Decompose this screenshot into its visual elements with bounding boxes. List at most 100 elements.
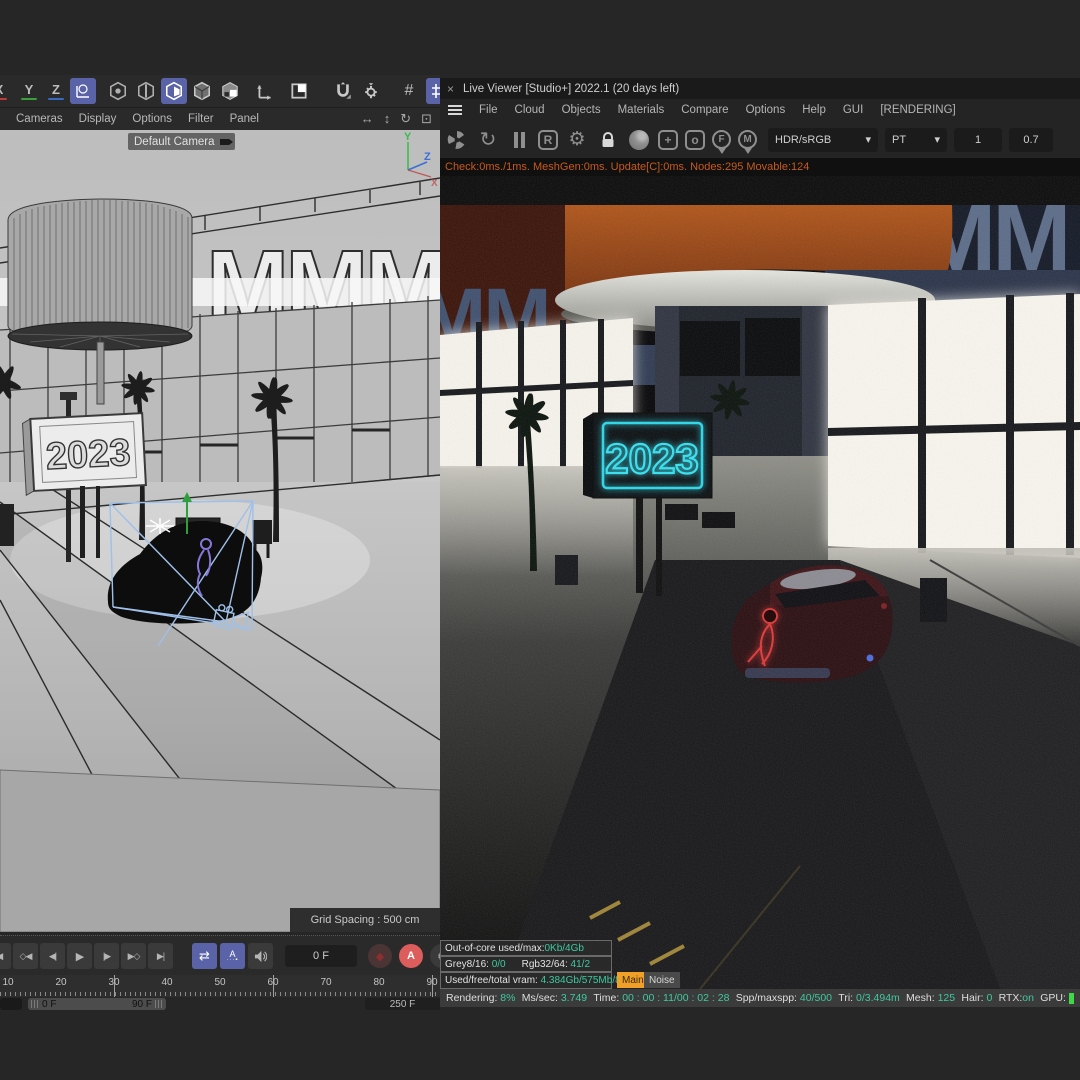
colorspace-dropdown[interactable]: HDR/sRGB ▾	[768, 127, 878, 152]
menu-materials[interactable]: Materials	[618, 104, 665, 116]
tick-60: 60	[267, 977, 279, 988]
record-keyframe-button[interactable]: ◆	[368, 944, 392, 968]
stat-mesh: Mesh: 125	[906, 992, 956, 1004]
world-axis-icon	[76, 84, 89, 98]
sign-text: 2023	[45, 432, 132, 478]
chevron-down-icon: ▾	[934, 134, 940, 146]
frame-range-bar: 0 F 90 F 250 F	[0, 997, 440, 1012]
menu-objects[interactable]: Objects	[562, 104, 601, 116]
menu-compare[interactable]: Compare	[681, 104, 728, 116]
points-mode-icon	[110, 81, 126, 101]
workplane-button[interactable]	[286, 78, 312, 104]
next-frame-button[interactable]: |▶	[94, 943, 119, 969]
resolution-scale-field[interactable]: 0.7	[1009, 127, 1053, 152]
range-left-box[interactable]	[0, 998, 22, 1010]
app-window: X Y Z	[0, 0, 1080, 1080]
active-camera-badge[interactable]: Default Camera	[128, 133, 235, 150]
object-axis-mode-button[interactable]	[217, 78, 243, 104]
c4d-3d-viewport[interactable]: MMMM	[0, 130, 440, 932]
loop-mode-button[interactable]: ⇄	[192, 943, 217, 969]
octane-live-viewer: × Live Viewer [Studio+] 2022.1 (20 days …	[440, 78, 1080, 1007]
menu-options[interactable]: Options	[746, 104, 786, 116]
menu-panel[interactable]: Panel	[230, 113, 259, 125]
menu-filter[interactable]: Filter	[188, 113, 214, 125]
toggle-view-icon[interactable]: ⊡	[421, 111, 432, 127]
subsample-field[interactable]: 1	[954, 127, 1002, 152]
next-key-button[interactable]: ▶◇	[121, 943, 146, 969]
kernel-dropdown[interactable]: PT ▾	[885, 127, 947, 152]
goto-end-button[interactable]: ▶|	[148, 943, 173, 969]
goto-start-button[interactable]: |◀	[0, 943, 11, 969]
left-post[interactable]	[0, 504, 14, 546]
settings-gear-icon[interactable]: ⚙	[565, 128, 589, 152]
pause-render-icon[interactable]	[507, 128, 531, 152]
material-picker-pin-icon[interactable]: M	[738, 130, 757, 149]
render-statusbar: Rendering: 8% Ms/sec: 3.749 Time: 00 : 0…	[440, 989, 1080, 1007]
restart-render-icon[interactable]: ↻	[476, 128, 500, 152]
points-mode-button[interactable]	[105, 78, 131, 104]
sound-toggle-button[interactable]	[248, 943, 273, 969]
key-interpolation-button[interactable]: A ···▪	[220, 943, 245, 969]
axis-y-lock-button[interactable]: Y	[16, 78, 42, 104]
axis-x-lock-button[interactable]: X	[0, 78, 12, 104]
range-max-field[interactable]: 250 F	[365, 998, 440, 1010]
tick-80: 80	[373, 977, 385, 988]
range-grip-left[interactable]	[31, 1000, 39, 1008]
play-button[interactable]: ▶	[67, 943, 92, 969]
pan-view-icon[interactable]: ↔	[361, 111, 374, 127]
range-grip-right[interactable]	[155, 1000, 163, 1008]
polygons-mode-button[interactable]	[161, 78, 187, 104]
close-icon[interactable]: ×	[447, 82, 454, 96]
object-picker-button[interactable]: o	[685, 129, 705, 150]
tick-30: 30	[108, 977, 120, 988]
add-node-button[interactable]: +	[658, 129, 678, 150]
quantize-button[interactable]	[426, 78, 440, 104]
render-grain	[440, 176, 1080, 989]
menu-file[interactable]: File	[479, 104, 498, 116]
stat-tri: Tri: 0/3.494m	[838, 992, 900, 1004]
octane-logo-icon[interactable]	[445, 128, 469, 152]
tab-noise[interactable]: Noise	[644, 972, 680, 988]
dolly-view-icon[interactable]: ↕	[384, 111, 391, 127]
tick-10: 10	[2, 977, 14, 988]
preview-range-slider[interactable]: 0 F 90 F	[28, 998, 166, 1010]
vram-readout: Used/free/total vram: 4.384Gb/575Mb/8Gb	[440, 972, 634, 989]
menu-display[interactable]: Display	[79, 113, 117, 125]
previous-frame-button[interactable]: ◀|	[40, 943, 65, 969]
model-mode-button[interactable]	[189, 78, 215, 104]
live-viewer-titlebar[interactable]: × Live Viewer [Studio+] 2022.1 (20 days …	[440, 78, 1080, 99]
menu-options[interactable]: Options	[132, 113, 172, 125]
edges-mode-button[interactable]	[133, 78, 159, 104]
hamburger-menu-icon[interactable]	[448, 105, 462, 115]
out-of-core-readout: Out-of-core used/max: 0Kb/4Gb	[440, 940, 612, 956]
menu-cameras[interactable]: Cameras	[16, 113, 63, 125]
keying-settings-gear-button[interactable]: ⚙	[430, 944, 440, 968]
rotate-view-icon[interactable]: ↻	[400, 111, 411, 127]
enable-axis-button[interactable]	[252, 78, 278, 104]
axis-z-lock-button[interactable]: Z	[43, 78, 69, 104]
autokey-button[interactable]: A	[399, 944, 423, 968]
world-coordinates-button[interactable]	[70, 78, 96, 104]
stat-rtx: RTX:on	[998, 992, 1034, 1004]
menu-cloud[interactable]: Cloud	[515, 104, 545, 116]
previous-key-button[interactable]: ◇◀	[13, 943, 38, 969]
grid-toggle-button[interactable]: #	[396, 78, 422, 104]
region-render-button[interactable]: R	[538, 129, 558, 150]
material-ball-icon[interactable]	[627, 128, 651, 152]
snap-toggle-button[interactable]	[330, 78, 356, 104]
snap-settings-button[interactable]	[358, 78, 384, 104]
menu-help[interactable]: Help	[802, 104, 826, 116]
axis-arrows-icon	[257, 85, 271, 100]
tick-50: 50	[214, 977, 226, 988]
render-view[interactable]: MMM MM	[440, 176, 1080, 989]
timeline-ruler[interactable]: 10 20 30 40 50 60 70 80 90	[0, 975, 440, 997]
stat-time: Time: 00 : 00 : 11/00 : 02 : 28	[593, 992, 730, 1004]
c4d-viewport-panel: X Y Z	[0, 75, 440, 1012]
lock-resolution-icon[interactable]	[596, 128, 620, 152]
sign-2023-wireframe[interactable]: 2023	[22, 412, 147, 497]
light-star-gizmo[interactable]	[146, 518, 174, 534]
focus-picker-pin-icon[interactable]: F	[712, 130, 731, 149]
current-frame-field[interactable]: 0 F	[285, 945, 357, 967]
object-axis-icon	[222, 82, 238, 100]
menu-gui[interactable]: GUI	[843, 104, 863, 116]
